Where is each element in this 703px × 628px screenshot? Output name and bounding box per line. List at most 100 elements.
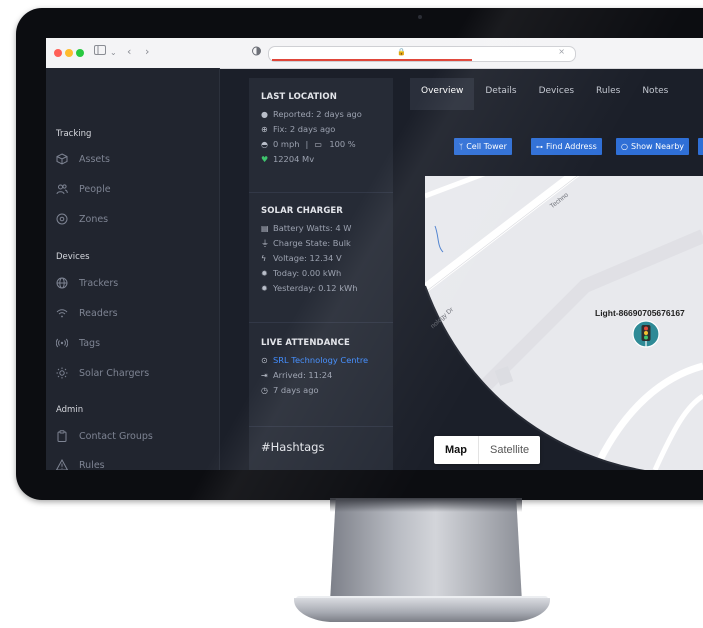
monitor-stand-neck <box>330 498 522 602</box>
card-divider <box>249 426 393 427</box>
plug-icon: ⏚ <box>261 239 269 248</box>
map-view[interactable]: Techno nology Dr Light-86690705676167 <box>425 176 703 470</box>
arrived-text: Arrived: 11:24 <box>273 370 333 380</box>
attendance-location-link[interactable]: SRL Technology Centre <box>273 353 368 368</box>
show-nearby-label: Show Nearby <box>630 142 685 151</box>
bolt-icon: ϟ <box>261 254 267 263</box>
speedometer-icon: ◓ <box>261 140 268 149</box>
solar-charger-card: SOLAR CHARGER ▤ Battery Watts: 4 W ⏚ Charg… <box>261 206 357 296</box>
zoom-window-icon[interactable] <box>76 49 84 57</box>
forward-icon[interactable]: › <box>145 45 149 58</box>
sun-icon: ✹ <box>261 284 268 293</box>
car-battery-icon: ▤ <box>261 224 269 233</box>
binoculars-icon: ⊶ <box>536 142 543 151</box>
live-attendance-title: LIVE ATTENDANCE <box>261 338 350 348</box>
sidebar-item-label: Solar Chargers <box>79 367 150 379</box>
sign-in-icon: ⇥ <box>261 371 268 380</box>
close-icon[interactable]: × <box>558 47 565 56</box>
cube-icon <box>56 153 68 165</box>
sidebar-item-rules[interactable]: Rules <box>56 457 105 470</box>
tab-rules[interactable]: Rules <box>596 86 620 104</box>
sidebar-toggle-icon[interactable] <box>94 45 106 58</box>
sidebar-item-label: Zones <box>79 213 109 225</box>
find-address-button[interactable]: ⊶ Find Address <box>531 138 602 155</box>
sidebar-item-readers[interactable]: Readers <box>56 305 118 321</box>
traffic-light-marker-icon[interactable] <box>632 320 660 348</box>
battery-icon: ▭ <box>314 140 322 149</box>
voltage-text: 12204 Mv <box>273 154 315 164</box>
clipboard-icon <box>57 430 67 442</box>
sidebar-item-contact-groups[interactable]: Contact Groups <box>56 428 153 444</box>
battery-watts-text: Battery Watts: 4 W <box>273 223 352 233</box>
clock-icon: ◷ <box>261 386 268 395</box>
clock-icon: ● <box>261 110 268 119</box>
live-attendance-card: LIVE ATTENDANCE ⊙ SRL Technology Centre ⇥… <box>261 338 368 398</box>
stand-shadow <box>330 498 522 512</box>
sidebar-item-label: Contact Groups <box>79 430 153 442</box>
privacy-shield-icon[interactable] <box>252 46 261 59</box>
reported-text: Reported: 2 days ago <box>273 109 362 119</box>
sidebar-item-tags[interactable]: Tags <box>56 335 100 351</box>
card-divider <box>249 322 393 323</box>
hashtags-title: #Hashtags <box>261 440 325 454</box>
sun-icon: ✹ <box>261 269 268 278</box>
more-actions-button[interactable] <box>698 138 703 155</box>
tab-devices[interactable]: Devices <box>539 86 574 104</box>
last-location-card: LAST LOCATION ● Reported: 2 days ago ⊕ Fix… <box>261 92 362 167</box>
solar-charger-title: SOLAR CHARGER <box>261 206 343 216</box>
chevron-down-icon[interactable]: ⌄ <box>110 48 117 57</box>
find-address-label: Find Address <box>546 142 597 151</box>
sun-icon <box>56 367 68 379</box>
map-type-toggle: Map Satellite <box>434 436 541 464</box>
circle-icon: ○ <box>621 142 628 151</box>
detail-tabs: Overview Details Devices Rules Notes <box>410 86 690 104</box>
map-type-map-button[interactable]: Map <box>434 436 478 464</box>
page-load-progress <box>272 59 472 61</box>
show-nearby-button[interactable]: ○ Show Nearby <box>616 138 690 155</box>
webcam <box>418 15 422 19</box>
monitor-stand-base <box>294 598 550 622</box>
back-icon[interactable]: ‹ <box>127 45 131 58</box>
sidebar-item-label: Trackers <box>79 277 119 289</box>
sidebar-item-people[interactable]: People <box>56 181 111 197</box>
attendance-ago-text: 7 days ago <box>273 385 319 395</box>
tab-overview[interactable]: Overview <box>421 86 463 104</box>
map-type-satellite-button[interactable]: Satellite <box>478 436 540 464</box>
minimize-window-icon[interactable] <box>65 49 73 57</box>
sidebar: Tracking Assets People Zones Devices Tra… <box>46 68 220 470</box>
browser-toolbar: ⌄ ‹ › 🔒 × <box>46 38 703 69</box>
charge-state-text: Charge State: Bulk <box>273 238 351 248</box>
section-title-devices: Devices <box>56 252 90 262</box>
device-info-panel: LAST LOCATION ● Reported: 2 days ago ⊕ Fix… <box>249 78 393 470</box>
sidebar-item-zones[interactable]: Zones <box>56 211 108 227</box>
sidebar-item-label: People <box>79 183 111 195</box>
sidebar-divider <box>219 68 220 470</box>
sidebar-item-label: Rules <box>79 459 105 471</box>
antenna-icon: ᛉ <box>459 142 464 151</box>
wifi-icon <box>56 309 68 318</box>
section-title-admin: Admin <box>56 405 84 415</box>
cell-tower-button[interactable]: ᛉ Cell Tower <box>454 138 512 155</box>
map-canvas: Techno nology Dr Light-86690705676167 <box>425 176 703 470</box>
card-divider <box>249 192 393 193</box>
target-icon <box>56 213 68 225</box>
gps-fix-icon: ⊕ <box>261 125 268 134</box>
sidebar-item-label: Tags <box>79 337 101 349</box>
tab-details[interactable]: Details <box>485 86 516 104</box>
close-window-icon[interactable] <box>54 49 62 57</box>
fix-text: Fix: 2 days ago <box>273 124 336 134</box>
section-title-tracking: Tracking <box>56 129 92 139</box>
cell-tower-label: Cell Tower <box>466 142 507 151</box>
marker-label: Light-86690705676167 <box>595 308 685 318</box>
people-icon <box>56 184 68 195</box>
voltage-icon: ♥ <box>261 155 269 164</box>
sidebar-item-trackers[interactable]: Trackers <box>56 275 118 291</box>
sidebar-item-assets[interactable]: Assets <box>56 151 110 167</box>
sidebar-item-solar-chargers[interactable]: Solar Chargers <box>56 365 149 381</box>
charger-voltage-text: Voltage: 12.34 V <box>273 253 342 263</box>
last-location-title: LAST LOCATION <box>261 92 337 102</box>
lock-icon: 🔒 <box>397 48 406 56</box>
battery-text: 100 % <box>329 139 356 149</box>
sidebar-item-label: Readers <box>79 307 118 319</box>
tab-notes[interactable]: Notes <box>642 86 668 104</box>
